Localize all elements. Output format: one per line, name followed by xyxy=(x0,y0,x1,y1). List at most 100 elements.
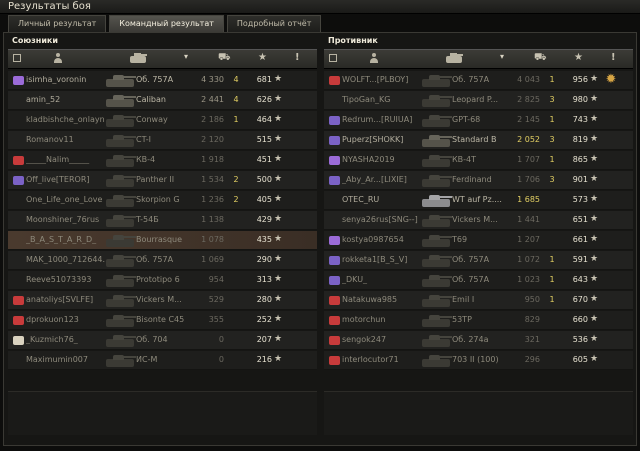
player-row[interactable]: Maximumin007 ИС-М 0 216 ★ xyxy=(8,351,317,370)
tank-image-icon xyxy=(104,194,138,208)
clan-badge-icon xyxy=(329,156,340,165)
vehicle-name: Ferdinand xyxy=(452,175,492,184)
destroyed-tank-icon[interactable]: ⛟ xyxy=(534,52,547,64)
tab-detailed-report[interactable]: Подробный отчёт xyxy=(226,15,322,32)
square-icon[interactable] xyxy=(13,54,21,62)
star-icon[interactable]: ★ xyxy=(574,52,583,64)
vehicle-name: Leopard P... xyxy=(452,95,499,104)
vehicle-name: ИС-М xyxy=(136,355,158,364)
player-row[interactable]: _B_A_S_T_A_R_D_ Bourrasque 1 078 435 ★ xyxy=(8,231,317,250)
vehicle-name: Об. 757А xyxy=(136,255,174,264)
clan-badge-icon xyxy=(13,336,24,345)
tank-image-icon xyxy=(104,234,138,248)
tab-team-result[interactable]: Командный результат xyxy=(109,15,224,32)
player-row[interactable]: Reeve51073393 Prototipo 6 954 313 ★ xyxy=(8,271,317,290)
player-row[interactable]: dprokuon123 Bisonte C45 355 252 ★ xyxy=(8,311,317,330)
tank-image-icon xyxy=(420,174,454,188)
damage-value: 296 xyxy=(524,355,540,364)
player-row[interactable]: Natakuwa985 Emil I 950 1 670 ★ xyxy=(324,291,633,310)
clan-badge-icon xyxy=(329,236,340,245)
player-row[interactable]: anatoliys[SVLFE] Vickers M... 529 280 ★ xyxy=(8,291,317,310)
player-row[interactable]: interlocutor71 703 II (100) 296 605 ★ xyxy=(324,351,633,370)
tank-image-icon xyxy=(104,274,138,288)
exclamation-icon[interactable]: ! xyxy=(295,52,300,63)
player-row[interactable]: NYASHA2019 КВ-4Т 1 707 1 865 ★ xyxy=(324,151,633,170)
player-row[interactable]: rokketa1[B_S_V] Об. 757А 1 072 1 591 ★ xyxy=(324,251,633,270)
kills-value: 1 xyxy=(549,75,555,84)
vehicle-name: КВ-4 xyxy=(136,155,156,164)
player-row[interactable]: Moonshiner_76rus T-54Б 1 138 429 ★ xyxy=(8,211,317,230)
player-row[interactable]: _Kuzmich76_ Об. 704 0 207 ★ xyxy=(8,331,317,350)
player-row[interactable]: OTEC_RU WT auf Pz.... 1 685 573 ★ xyxy=(324,191,633,210)
damage-value: 1 207 xyxy=(517,235,540,244)
experience-value: 207 xyxy=(256,335,272,344)
player-row[interactable]: One_Life_one_Love Skorpion G1 236 2 405 ★ xyxy=(8,191,317,210)
player-row[interactable]: Puperz[SHOKK] Standard B2 052 3 819 ★ xyxy=(324,131,633,150)
clan-badge-icon xyxy=(13,76,24,85)
star-icon: ★ xyxy=(274,254,283,264)
damage-value: 2 145 xyxy=(517,115,540,124)
clan-badge-icon xyxy=(329,296,340,305)
clan-badge-icon xyxy=(329,336,340,345)
enemies-column-header: ▾ ⛟ ★ ! xyxy=(324,49,633,69)
experience-value: 743 xyxy=(572,115,588,124)
damage-value: 4 330 xyxy=(201,75,224,84)
damage-value: 0 xyxy=(218,355,224,364)
player-row[interactable]: Redrum...[RUIUA] GPT-68 2 145 1 743 ★ xyxy=(324,111,633,130)
enemies-title: Противник xyxy=(328,36,378,45)
clan-badge-icon xyxy=(329,76,340,85)
star-icon: ★ xyxy=(590,234,599,244)
tab-personal-result[interactable]: Личный результат xyxy=(8,15,107,32)
destroyed-tank-icon[interactable]: ⛟ xyxy=(218,52,231,64)
star-icon: ★ xyxy=(590,194,599,204)
enemies-footer xyxy=(324,391,633,435)
player-row[interactable]: _DKU_ Об. 757А 1 023 1 643 ★ xyxy=(324,271,633,290)
player-row[interactable]: _Aby_Ar...[LIXIE] Ferdinand 1 706 3 901 ★ xyxy=(324,171,633,190)
star-icon: ★ xyxy=(590,354,599,364)
chevron-down-icon[interactable]: ▾ xyxy=(500,52,504,61)
player-row[interactable]: senya26rus[SNG--] Vickers M... 1 441 651 ★ xyxy=(324,211,633,230)
experience-value: 435 xyxy=(256,235,272,244)
tank-image-icon xyxy=(104,214,138,228)
player-row[interactable]: kladbishche_onlayn Conway 2 186 1 464 ★ xyxy=(8,111,317,130)
player-row[interactable]: MAK_1000_712644... Об. 757А 1 069 290 ★ xyxy=(8,251,317,270)
star-icon: ★ xyxy=(590,254,599,264)
player-row[interactable]: sengok247 Об. 274а 321 536 ★ xyxy=(324,331,633,350)
exclamation-icon[interactable]: ! xyxy=(611,52,616,63)
tank-icon[interactable] xyxy=(446,53,463,63)
player-row[interactable]: Romanov11 CT-I 2 120 515 ★ xyxy=(8,131,317,150)
damage-value: 321 xyxy=(524,335,540,344)
experience-value: 515 xyxy=(256,135,272,144)
vehicle-name: Об. 757А xyxy=(452,255,490,264)
damage-value: 355 xyxy=(208,315,224,324)
damage-value: 1 078 xyxy=(201,235,224,244)
allies-title: Союзники xyxy=(12,36,58,45)
player-row[interactable]: kostya0987654 T69 1 207 661 ★ xyxy=(324,231,633,250)
vehicle-name: 703 II (100) xyxy=(452,355,499,364)
vehicle-name: WT auf Pz.... xyxy=(452,195,502,204)
tank-image-icon xyxy=(104,74,138,88)
player-row[interactable]: amin_52 Caliban 2 441 4 626 ★ xyxy=(8,91,317,110)
star-icon[interactable]: ★ xyxy=(258,52,267,64)
clan-badge-icon xyxy=(329,316,340,325)
star-icon: ★ xyxy=(590,294,599,304)
allies-column-header: ▾ ⛟ ★ ! xyxy=(8,49,317,69)
player-row[interactable]: isimha_voronin Об. 757А 4 330 4 681 ★ xyxy=(8,71,317,90)
player-row[interactable]: motorchun 53TP 829 660 ★ xyxy=(324,311,633,330)
star-icon: ★ xyxy=(274,214,283,224)
player-row[interactable]: Off_live[TEROR] Panther II 1 534 2 500 ★ xyxy=(8,171,317,190)
damage-value: 2 120 xyxy=(201,135,224,144)
chevron-down-icon[interactable]: ▾ xyxy=(184,52,188,61)
player-icon[interactable] xyxy=(370,53,378,63)
vehicle-name: Bisonte C45 xyxy=(136,315,185,324)
player-row[interactable]: _____Nalim_____ КВ-4 1 918 451 ★ xyxy=(8,151,317,170)
tank-image-icon xyxy=(420,274,454,288)
tank-icon[interactable] xyxy=(130,53,147,63)
square-icon[interactable] xyxy=(329,54,337,62)
vehicle-name: Panther II xyxy=(136,175,175,184)
star-icon: ★ xyxy=(274,174,283,184)
player-row[interactable]: WOLFT...[PLBOY] Об. 757А 4 043 1 956 ★ xyxy=(324,71,633,90)
player-icon[interactable] xyxy=(54,53,62,63)
player-row[interactable]: TipoGan_KG Leopard P... 2 825 3 980 ★ xyxy=(324,91,633,110)
experience-value: 591 xyxy=(572,255,588,264)
